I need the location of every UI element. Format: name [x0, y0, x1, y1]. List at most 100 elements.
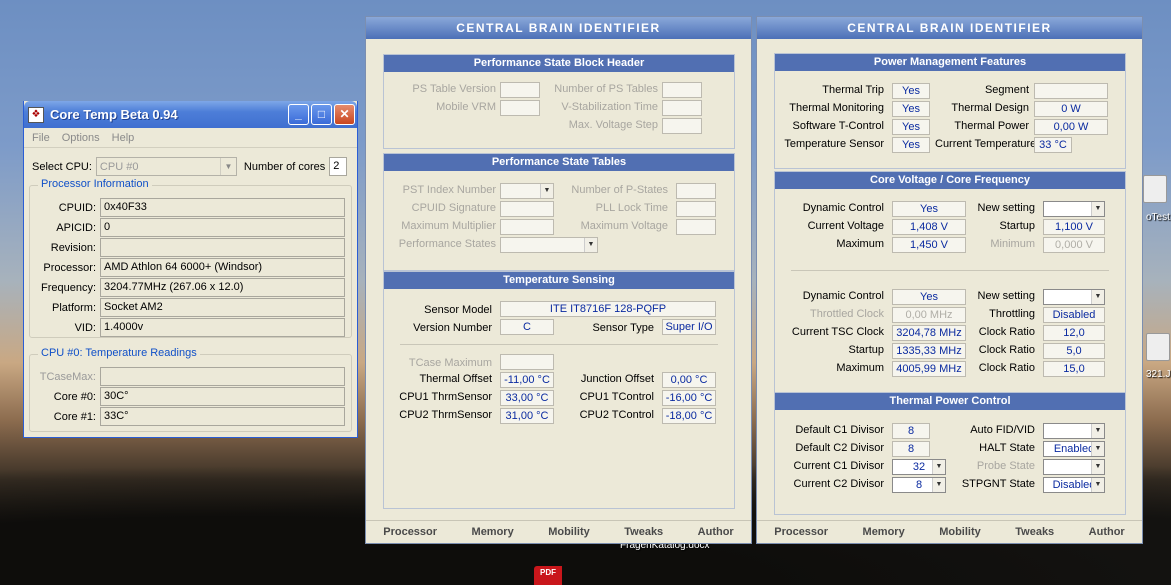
chevron-down-icon: ▼	[584, 238, 597, 252]
temp-sensor-label: CPU1 ThrmSensor	[399, 391, 492, 403]
desktop-label[interactable]: 321.J	[1146, 369, 1170, 380]
divisor-value[interactable]: 8 ▼	[892, 477, 946, 493]
info-row: Revision:	[32, 238, 345, 257]
info-row: Processor: AMD Athlon 64 6000+ (Windsor)	[32, 258, 345, 277]
info-value: 3204.77MHz (267.06 x 12.0)	[100, 278, 345, 297]
cpu-select[interactable]: CPU #0 ▼	[95, 157, 237, 176]
thermal-control-value[interactable]: ▼	[1043, 459, 1105, 475]
temp-row: TCaseMax:	[32, 367, 345, 386]
ps-header-label: V-Stabilization Time	[561, 101, 658, 113]
ps-table-label: Maximum Voltage	[580, 220, 668, 232]
tab-processor[interactable]: Processor	[774, 526, 828, 538]
pdf-file-icon[interactable]: PDF	[534, 566, 562, 585]
tab-author[interactable]: Author	[698, 526, 734, 538]
chevron-down-icon: ▼	[932, 478, 945, 492]
temp-value: 33C°	[100, 407, 345, 426]
tab-mobility[interactable]: Mobility	[548, 526, 590, 538]
voltage-text: 1,100 V	[1055, 221, 1093, 233]
pm-feature-label: Thermal Trip	[822, 84, 884, 96]
tab-author[interactable]: Author	[1089, 526, 1125, 538]
ps-header-value	[662, 82, 702, 98]
desktop-file-icon[interactable]	[1146, 333, 1170, 361]
pm-feature-text: Yes	[902, 121, 920, 133]
tab-processor[interactable]: Processor	[383, 526, 437, 538]
pm-feature-label: Temperature Sensor	[784, 138, 884, 150]
ps-table-label: Maximum Multiplier	[401, 220, 496, 232]
frequency-label: Dynamic Control	[802, 290, 884, 302]
ps-header-value	[662, 100, 702, 116]
menu-options[interactable]: Options	[62, 132, 100, 144]
frequency-value[interactable]: ▼	[1043, 289, 1105, 305]
pm-feature-value: 33 °C	[1034, 137, 1072, 153]
frequency-label: Throttling	[989, 308, 1035, 320]
pm-feature-value: Yes	[892, 83, 930, 99]
temp-control-text: -16,00 °C	[665, 392, 713, 404]
desktop-label[interactable]: oTest.	[1146, 212, 1171, 223]
minimize-button[interactable]: _	[288, 104, 309, 125]
frequency-text: 3204,78 MHz	[896, 327, 962, 339]
menu-bar: File Options Help	[24, 128, 357, 148]
ps-table-label: Performance States	[398, 238, 496, 250]
menu-help[interactable]: Help	[112, 132, 135, 144]
info-label: Frequency:	[40, 281, 96, 294]
pm-feature-label: Thermal Monitoring	[789, 102, 884, 114]
pm-feature-text: Yes	[902, 103, 920, 115]
temp-control-label: CPU1 TControl	[579, 391, 654, 403]
frequency-label: Maximum	[836, 362, 884, 374]
panel-title: Temperature Sensing	[384, 272, 734, 289]
temp-sensor-value: 33,00 °C	[500, 390, 554, 406]
temp-sensor-label: CPU2 ThrmSensor	[399, 409, 492, 421]
sensor-type-value: Super I/O	[662, 319, 716, 335]
frequency-text: 15,0	[1063, 363, 1085, 375]
pm-feature-text: 0 W	[1061, 103, 1081, 115]
divisor-value: 8	[892, 441, 930, 457]
voltage-text: Yes	[920, 203, 938, 215]
chevron-down-icon: ▼	[219, 158, 236, 175]
title-bar[interactable]: ❖ Core Temp Beta 0.94 _ □ ✕	[24, 101, 357, 128]
window-title[interactable]: CENTRAL BRAIN IDENTIFIER	[366, 17, 751, 39]
info-row: Platform: Socket AM2	[32, 298, 345, 317]
temp-control-value: -16,00 °C	[662, 390, 716, 406]
voltage-text: 0,000 V	[1055, 239, 1093, 251]
ps-table-label: CPUID Signature	[411, 202, 496, 214]
tab-tweaks[interactable]: Tweaks	[624, 526, 663, 538]
voltage-value: 0,000 V	[1043, 237, 1105, 253]
sensor-type-label: Sensor Type	[592, 322, 654, 334]
voltage-value[interactable]: ▼	[1043, 201, 1105, 217]
pm-feature-value: Yes	[892, 119, 930, 135]
sensor-model-label: Sensor Model	[424, 304, 492, 316]
frequency-text: 12,0	[1063, 327, 1085, 339]
tab-memory[interactable]: Memory	[472, 526, 514, 538]
tcase-label: TCase Maximum	[408, 357, 492, 369]
thermal-control-value[interactable]: Disabled ▼	[1043, 477, 1105, 493]
maximize-button[interactable]: □	[311, 104, 332, 125]
frequency-text: Yes	[920, 291, 938, 303]
select-cpu-label: Select CPU:	[32, 160, 92, 173]
pm-feature-value: 0 W	[1034, 101, 1108, 117]
window-title[interactable]: CENTRAL BRAIN IDENTIFIER	[757, 17, 1142, 39]
ps-header-value	[500, 82, 540, 98]
sensor-model-value: ITE IT8716F 128-PQFP	[500, 301, 716, 317]
ps-table-label: PLL Lock Time	[595, 202, 668, 214]
tab-memory[interactable]: Memory	[863, 526, 905, 538]
tab-tweaks[interactable]: Tweaks	[1015, 526, 1054, 538]
info-value: 1.4000v	[100, 318, 345, 337]
menu-file[interactable]: File	[32, 132, 50, 144]
tab-mobility[interactable]: Mobility	[939, 526, 981, 538]
temp-label: TCaseMax:	[39, 370, 96, 383]
thermal-control-value[interactable]: ▼	[1043, 423, 1105, 439]
thermal-control-label: HALT State	[979, 442, 1035, 454]
thermal-control-text: Enabled	[1053, 443, 1095, 455]
panel-title: Thermal Power Control	[775, 393, 1125, 410]
info-label: CPUID:	[58, 201, 96, 214]
cpu-select-value: CPU #0	[99, 160, 139, 173]
frequency-text: 5,0	[1066, 345, 1082, 357]
divisor-value[interactable]: 32 ▼	[892, 459, 946, 475]
close-button[interactable]: ✕	[334, 104, 355, 125]
frequency-text: 0,00 MHz	[905, 309, 953, 321]
chevron-down-icon: ▼	[932, 460, 945, 474]
thermal-control-value[interactable]: Enabled ▼	[1043, 441, 1105, 457]
desktop-shortcut-icon[interactable]	[1143, 175, 1167, 203]
chevron-down-icon: ▼	[1091, 290, 1104, 304]
temp-control-label: Junction Offset	[580, 373, 654, 385]
